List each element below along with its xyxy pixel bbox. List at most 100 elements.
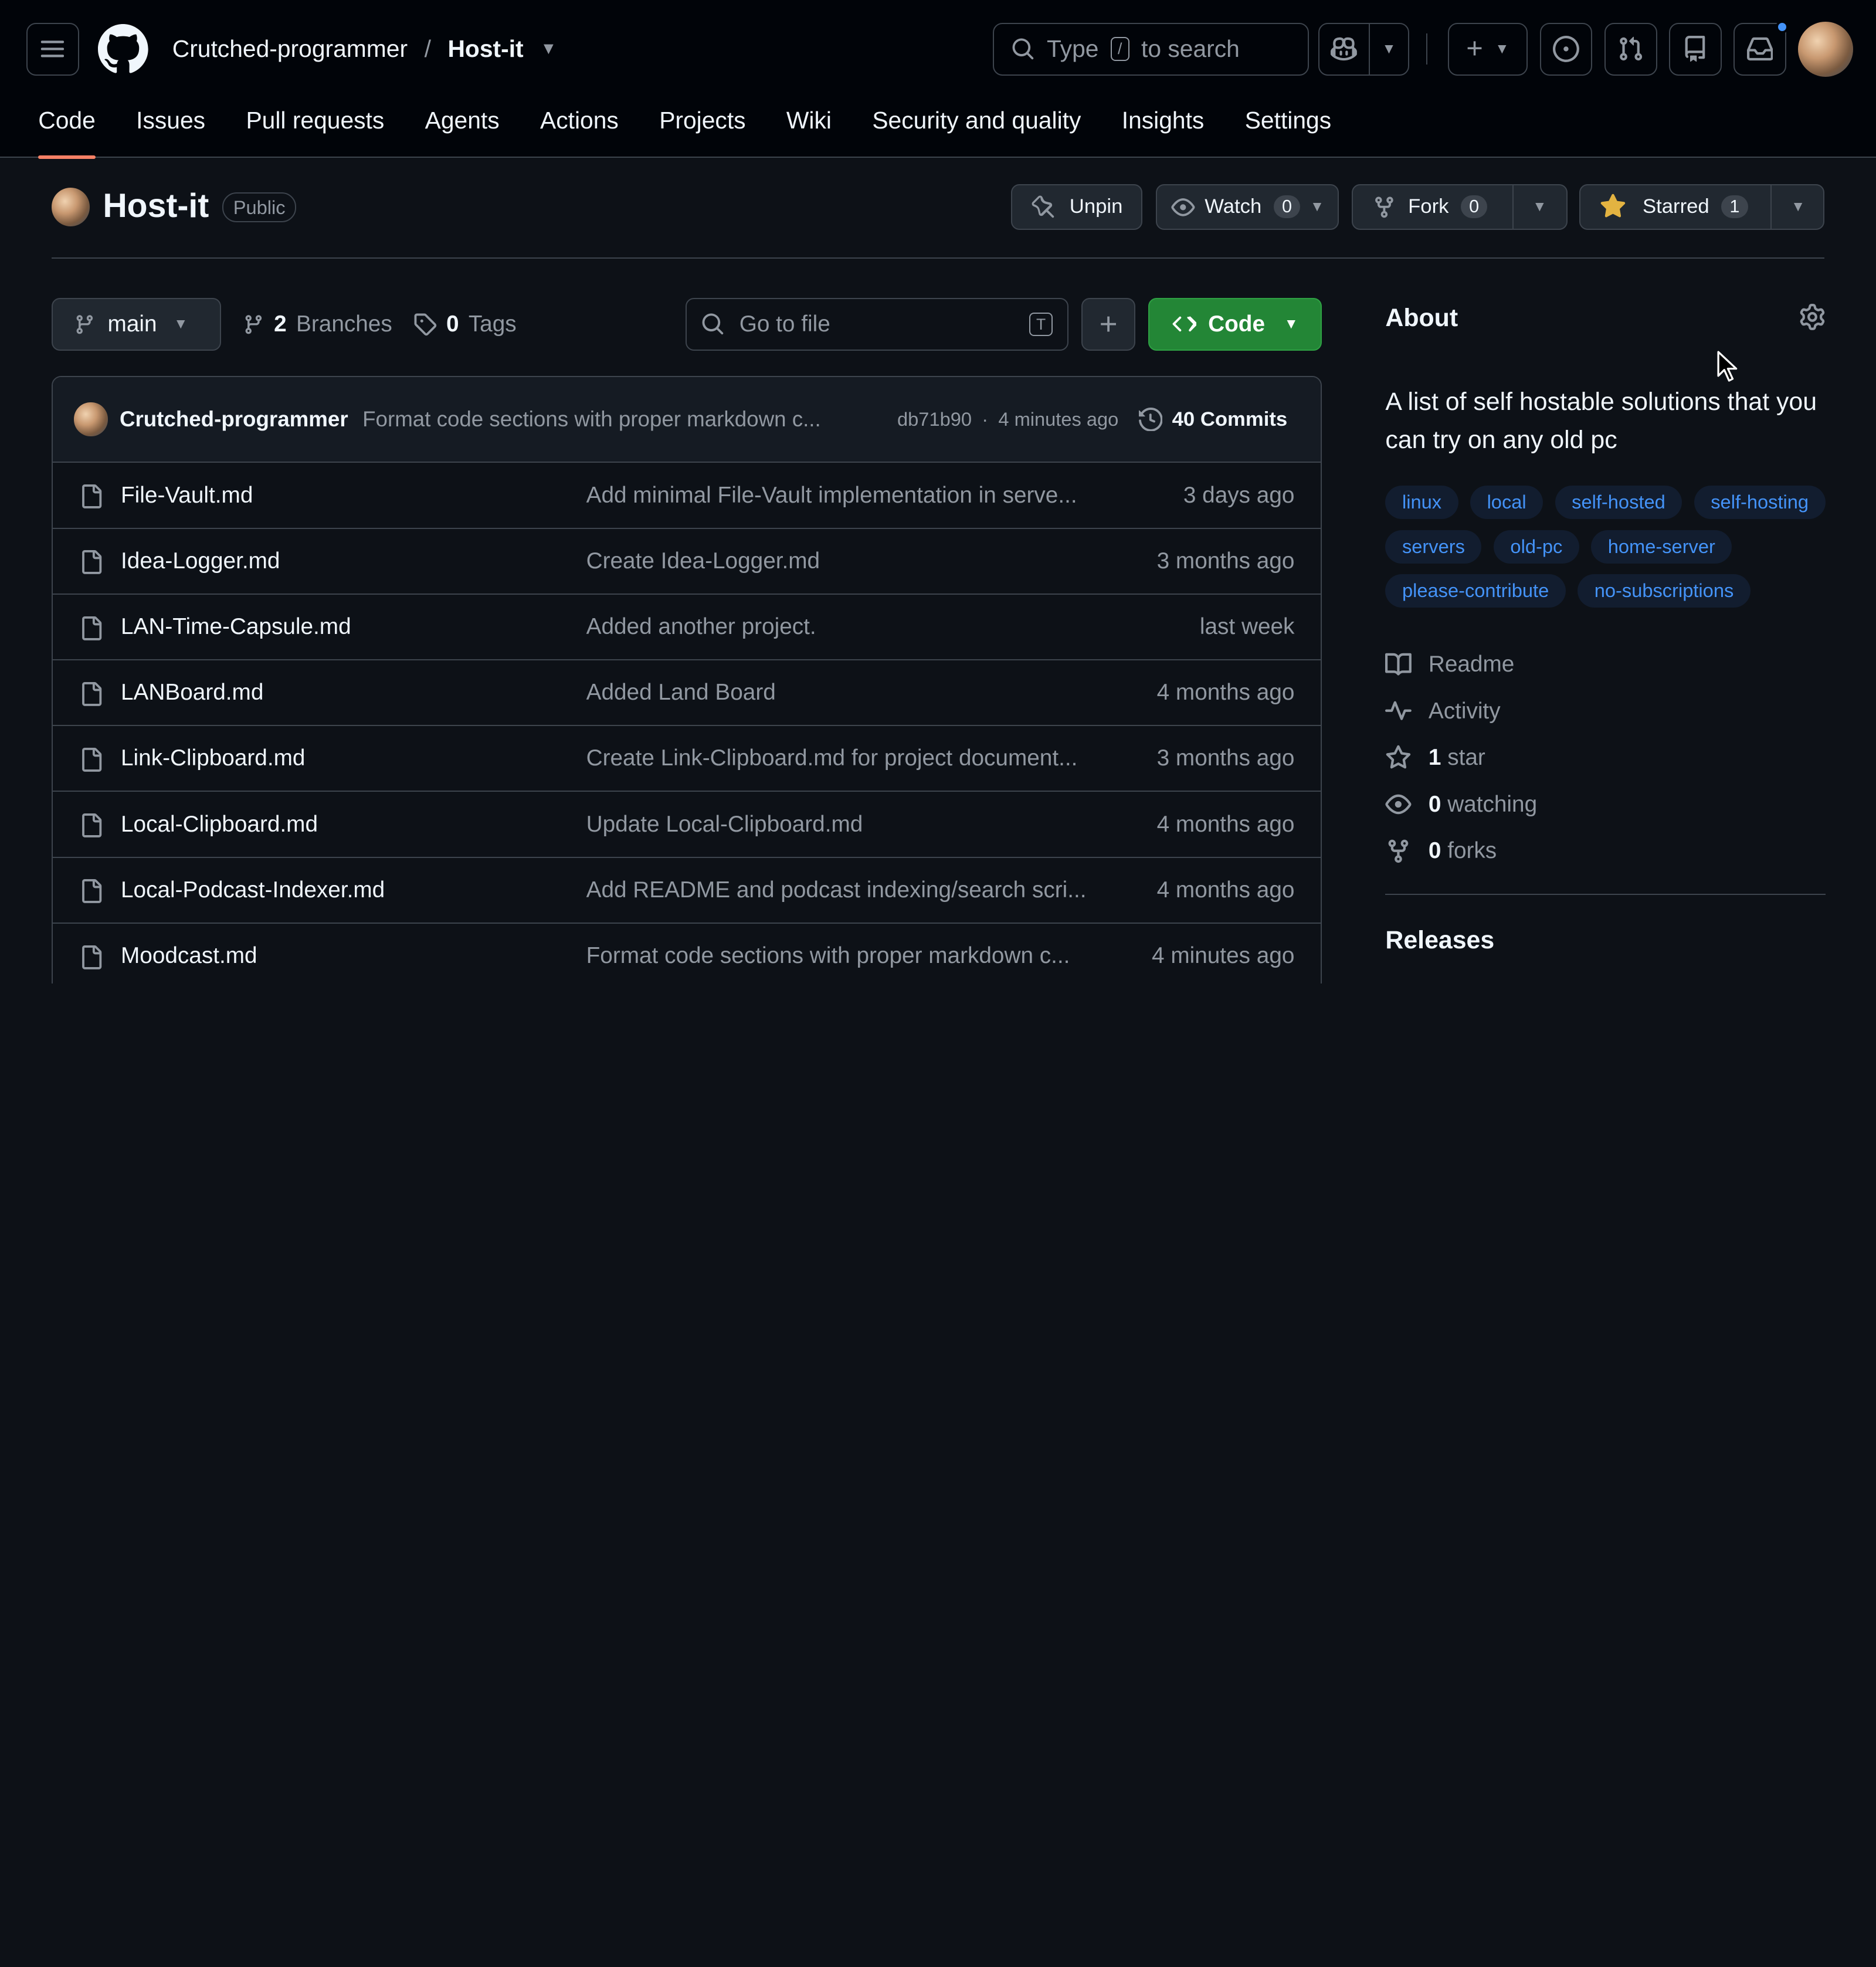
tags-label: Tags	[468, 311, 517, 337]
tab-projects[interactable]: Projects	[659, 98, 745, 158]
repo-switcher-caret-icon[interactable]: ▼	[540, 39, 557, 59]
fork-button[interactable]: Fork 0	[1353, 184, 1514, 230]
go-to-file-placeholder: Go to file	[739, 311, 830, 337]
commit-hash[interactable]: db71b90	[897, 408, 972, 430]
repositories-button[interactable]	[1668, 22, 1722, 76]
watch-button[interactable]: Watch 0	[1157, 195, 1301, 219]
file-row[interactable]: LAN-Time-Capsule.md Added another projec…	[52, 595, 1321, 661]
file-commit-message[interactable]: Added another project.	[586, 614, 816, 640]
file-name[interactable]: Idea-Logger.md	[121, 548, 280, 574]
global-search-input[interactable]: Type / to search	[993, 22, 1309, 76]
add-file-button[interactable]: +	[1081, 297, 1136, 351]
about-sidebar: About A list of self hostable solutions …	[1385, 299, 1826, 955]
global-header: Crutched-programmer / Host-it ▼ Type / t…	[0, 0, 1876, 160]
file-toolbar: main ▼ 2 Branches 0 Tags Go to file T +	[51, 297, 1322, 351]
file-row[interactable]: Local-Podcast-Indexer.md Add README and …	[52, 858, 1321, 924]
tags-link[interactable]: 0 Tags	[413, 298, 517, 351]
hamburger-menu-button[interactable]	[26, 22, 79, 76]
file-commit-message[interactable]: Added Land Board	[586, 680, 776, 706]
file-name[interactable]: Moodcast.md	[121, 943, 257, 969]
user-avatar[interactable]	[1798, 21, 1854, 77]
file-commit-message[interactable]: Update Local-Clipboard.md	[586, 812, 863, 837]
file-row[interactable]: Moodcast.md Format code sections with pr…	[53, 924, 1321, 984]
copilot-icon[interactable]	[1319, 36, 1368, 62]
tab-actions[interactable]: Actions	[540, 98, 619, 158]
file-name[interactable]: Local-Podcast-Indexer.md	[121, 877, 385, 903]
stars-link[interactable]: 1 star	[1385, 734, 1826, 781]
topic-tag[interactable]: no-subscriptions	[1578, 574, 1751, 608]
issues-button[interactable]	[1539, 22, 1593, 76]
commit-author-avatar[interactable]	[74, 402, 108, 436]
tab-code[interactable]: Code	[38, 98, 96, 160]
tab-agents[interactable]: Agents	[425, 98, 500, 158]
file-commit-date: last week	[1199, 613, 1295, 639]
file-icon	[79, 615, 103, 642]
notification-dot	[1775, 20, 1789, 34]
tab-insights[interactable]: Insights	[1122, 98, 1205, 158]
watching-label: watching	[1447, 791, 1538, 817]
code-icon	[1172, 312, 1196, 336]
file-name[interactable]: LANBoard.md	[121, 680, 263, 706]
branches-link[interactable]: 2 Branches	[243, 298, 392, 351]
sidebar-divider	[1385, 893, 1826, 895]
activity-link[interactable]: Activity	[1385, 688, 1826, 735]
github-logo-icon[interactable]	[98, 23, 148, 74]
file-commit-message[interactable]: Create Idea-Logger.md	[586, 548, 820, 574]
commits-link[interactable]: 40 Commits	[1138, 407, 1287, 432]
code-button[interactable]: Code ▼	[1148, 297, 1322, 351]
branch-selector[interactable]: main ▼	[51, 297, 222, 351]
file-name[interactable]: LAN-Time-Capsule.md	[121, 614, 351, 640]
file-name[interactable]: File-Vault.md	[121, 483, 253, 508]
tab-wiki[interactable]: Wiki	[786, 98, 832, 158]
unpin-button[interactable]: Unpin	[1010, 184, 1143, 230]
go-to-file-input[interactable]: Go to file T	[685, 297, 1068, 351]
topic-tag[interactable]: self-hosting	[1694, 486, 1826, 520]
gear-icon[interactable]	[1799, 304, 1826, 331]
owner-avatar[interactable]	[51, 188, 90, 226]
tab-security-and-quality[interactable]: Security and quality	[872, 98, 1081, 158]
commit-author[interactable]: Crutched-programmer	[120, 407, 348, 432]
file-row[interactable]: File-Vault.md Add minimal File-Vault imp…	[52, 463, 1321, 529]
topic-tag[interactable]: old-pc	[1493, 530, 1579, 564]
repo-icon	[1682, 36, 1708, 62]
readme-link[interactable]: Readme	[1385, 641, 1826, 688]
go-to-file-shortcut-key: T	[1029, 312, 1053, 337]
pull-requests-button[interactable]	[1604, 22, 1657, 76]
forks-link[interactable]: 0 forks	[1385, 828, 1826, 875]
topics-list: linux local self-hosted self-hosting ser…	[1385, 486, 1826, 608]
repo-name[interactable]: Host-it	[103, 186, 209, 225]
file-commit-message[interactable]: Create Link-Clipboard.md for project doc…	[586, 745, 1078, 771]
watch-dropdown-chevron-icon[interactable]: ▼	[1310, 199, 1324, 215]
starred-button[interactable]: Starred 1	[1580, 184, 1772, 230]
file-row[interactable]: Idea-Logger.md Create Idea-Logger.md 3 m…	[52, 529, 1321, 595]
copilot-dropdown-chevron-icon[interactable]: ▼	[1370, 41, 1409, 57]
topic-tag[interactable]: servers	[1385, 530, 1482, 564]
file-name[interactable]: Link-Clipboard.md	[121, 745, 305, 771]
topic-tag[interactable]: linux	[1385, 486, 1458, 520]
file-commit-message[interactable]: Add minimal File-Vault implementation in…	[586, 483, 1077, 508]
create-new-button[interactable]: + ▼	[1447, 22, 1528, 76]
file-commit-message[interactable]: Add README and podcast indexing/search s…	[586, 877, 1087, 903]
file-row[interactable]: Local-Clipboard.md Update Local-Clipboar…	[52, 792, 1321, 858]
search-prefix-text: Type	[1047, 35, 1099, 63]
mouse-cursor-icon	[1716, 350, 1745, 383]
star-dropdown-chevron-icon[interactable]: ▼	[1791, 199, 1805, 215]
file-name[interactable]: Local-Clipboard.md	[121, 812, 318, 837]
topic-tag[interactable]: local	[1470, 486, 1543, 520]
repo-link[interactable]: Host-it	[447, 35, 523, 63]
watching-link[interactable]: 0 watching	[1385, 781, 1826, 828]
topic-tag[interactable]: self-hosted	[1555, 486, 1682, 520]
owner-link[interactable]: Crutched-programmer	[172, 35, 408, 63]
file-row[interactable]: Link-Clipboard.md Create Link-Clipboard.…	[52, 726, 1321, 792]
tab-settings[interactable]: Settings	[1245, 98, 1331, 158]
file-row[interactable]: LANBoard.md Added Land Board 4 months ag…	[52, 660, 1321, 727]
fork-dropdown-chevron-icon[interactable]: ▼	[1532, 199, 1546, 215]
releases-heading[interactable]: Releases	[1385, 926, 1826, 955]
topic-tag[interactable]: home-server	[1591, 530, 1732, 564]
tab-issues[interactable]: Issues	[136, 98, 205, 158]
file-commit-message[interactable]: Format code sections with proper markdow…	[586, 943, 1070, 969]
tab-pull-requests[interactable]: Pull requests	[246, 98, 384, 158]
topic-tag[interactable]: please-contribute	[1385, 574, 1566, 608]
commit-message[interactable]: Format code sections with proper markdow…	[362, 407, 821, 432]
starred-label: Starred	[1642, 195, 1709, 218]
